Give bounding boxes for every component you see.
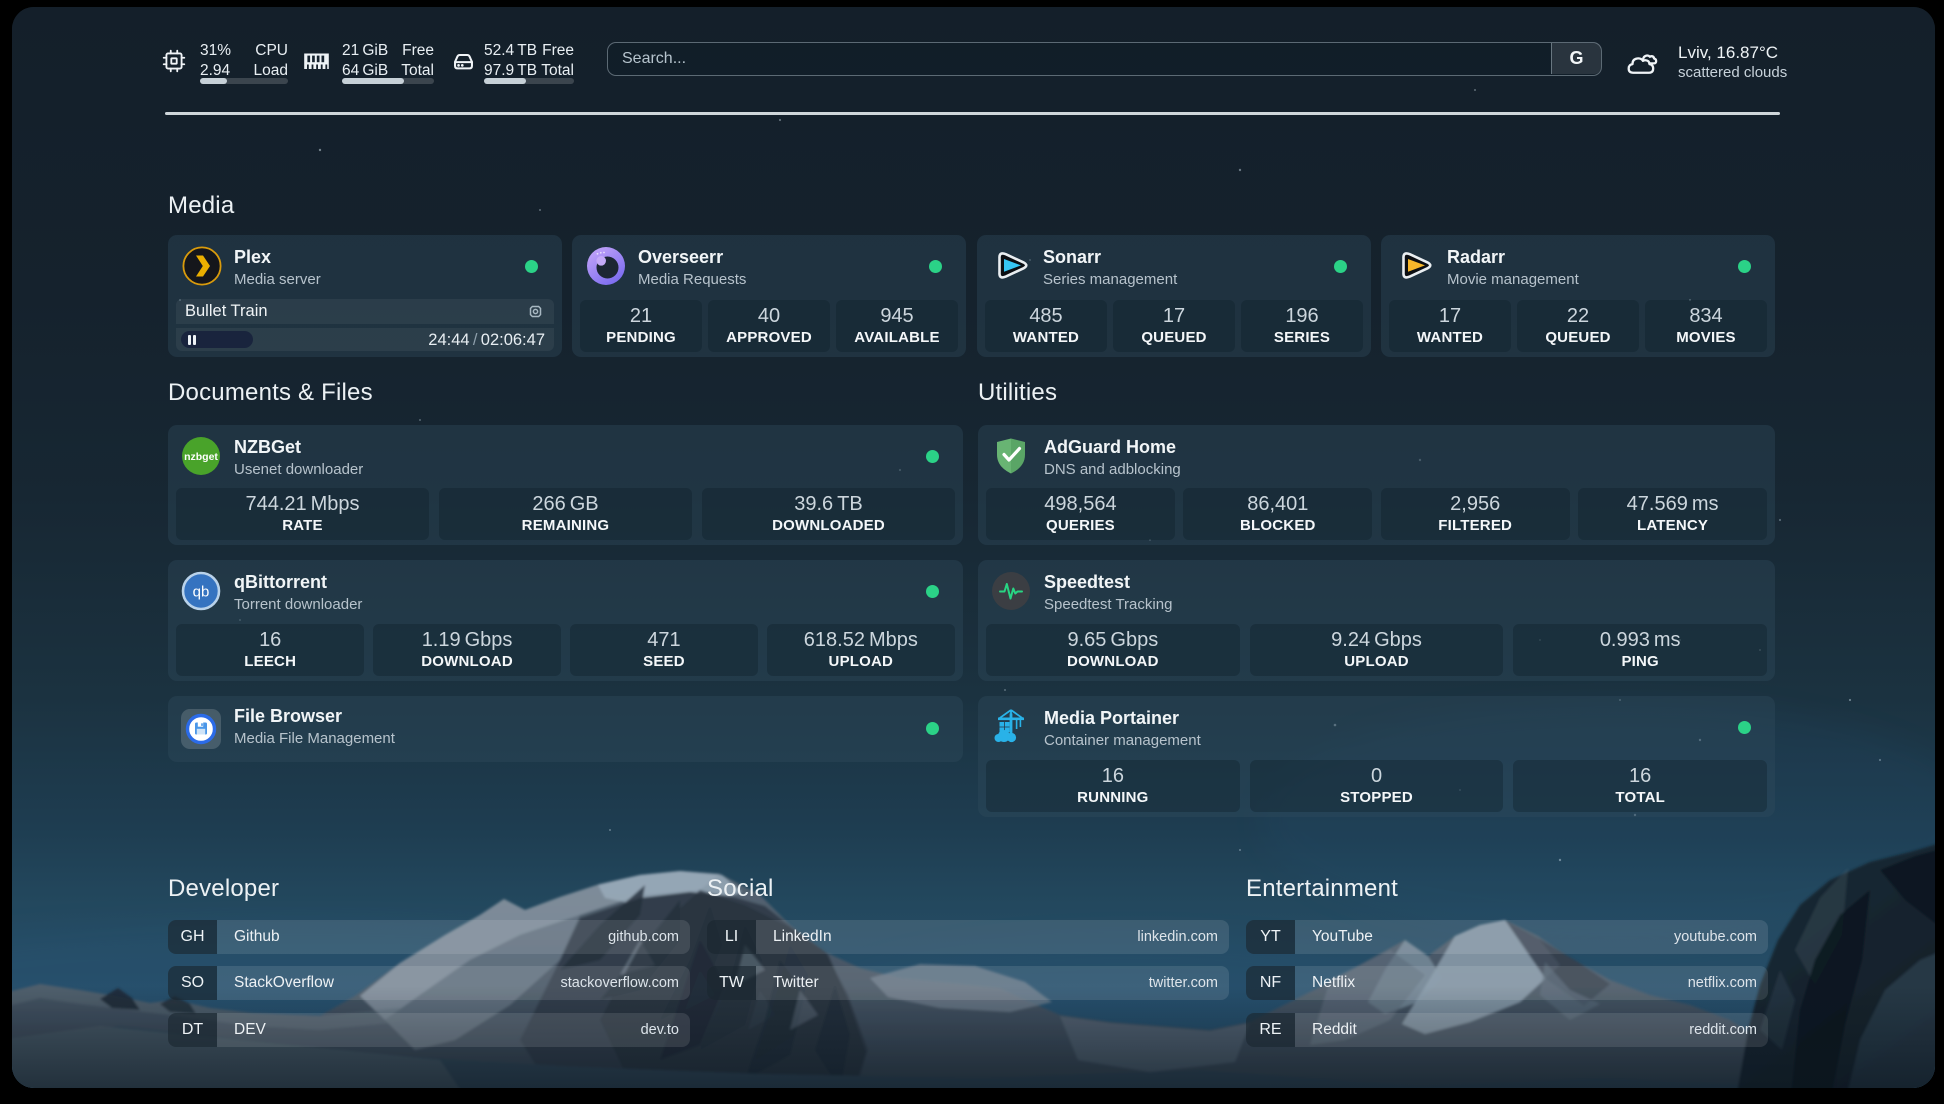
svg-text:nzbget: nzbget xyxy=(184,451,218,463)
svg-text:qb: qb xyxy=(193,584,210,601)
